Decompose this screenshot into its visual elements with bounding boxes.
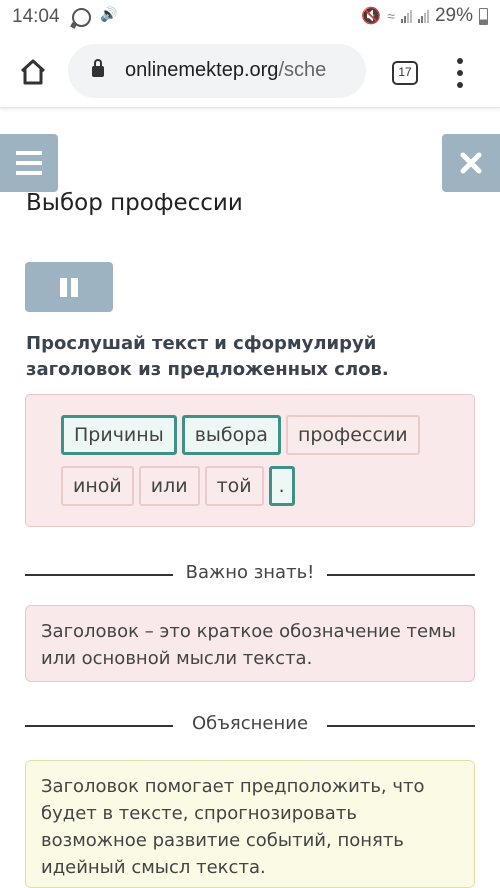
url-text[interactable]: onlinemektep.org/sche [125, 59, 355, 82]
home-button[interactable] [18, 58, 48, 86]
url-path: /sche [278, 59, 327, 81]
word-chip[interactable]: Причины [61, 415, 177, 455]
word-selection-area: Причины выбора профессии иной или той . [25, 394, 475, 527]
hamburger-icon [16, 151, 42, 155]
battery-percent: 29% [434, 5, 473, 26]
home-icon [20, 59, 46, 85]
word-chip[interactable]: . [268, 466, 295, 506]
tab-switcher-button[interactable]: 17 [392, 61, 418, 85]
battery-icon [479, 7, 488, 25]
close-icon [460, 152, 482, 174]
word-row: Причины выбора профессии [61, 415, 420, 455]
word-chip[interactable]: выбора [181, 415, 281, 455]
browser-toolbar: onlinemektep.org/sche 17 [0, 36, 500, 108]
volume-icon: 🔊 [100, 7, 118, 23]
mute-icon: 🔇 [361, 8, 382, 25]
explanation-divider: Объяснение [25, 710, 475, 740]
page-title: Выбор профессии [26, 190, 243, 216]
menu-button[interactable] [0, 134, 58, 192]
word-chip[interactable]: профессии [285, 415, 420, 455]
explanation-box: Заголовок помогает предположить, что буд… [25, 760, 475, 888]
lock-icon [92, 59, 104, 77]
pause-icon [60, 278, 67, 297]
word-chip[interactable]: иной [61, 466, 134, 506]
pause-button[interactable] [25, 262, 113, 312]
status-time: 14:04 [12, 6, 60, 27]
address-bar[interactable]: onlinemektep.org/sche [68, 44, 366, 98]
status-bar: 14:04 🔊 🔇 ≈ 29% [0, 0, 500, 36]
url-host: onlinemektep.org [125, 59, 279, 81]
whatsapp-icon [72, 8, 91, 27]
status-right: 🔇 ≈ 29% [361, 5, 488, 27]
close-button[interactable] [442, 134, 500, 192]
task-instruction: Прослушай текст и сформулируй заголовок … [26, 333, 389, 380]
explanation-label: Объяснение [179, 713, 321, 734]
important-box: Заголовок – это краткое обозначение темы… [25, 605, 475, 682]
signal-icon [400, 9, 412, 23]
important-label: Важно знать! [173, 562, 327, 583]
wifi-icon: ≈ [387, 8, 395, 24]
more-menu-button[interactable] [453, 58, 467, 88]
signal-icon [417, 9, 429, 23]
word-chip[interactable]: или [138, 466, 200, 506]
important-divider: Важно знать! [25, 559, 475, 589]
word-chip[interactable]: той [204, 466, 264, 506]
word-row: иной или той . [61, 466, 295, 506]
